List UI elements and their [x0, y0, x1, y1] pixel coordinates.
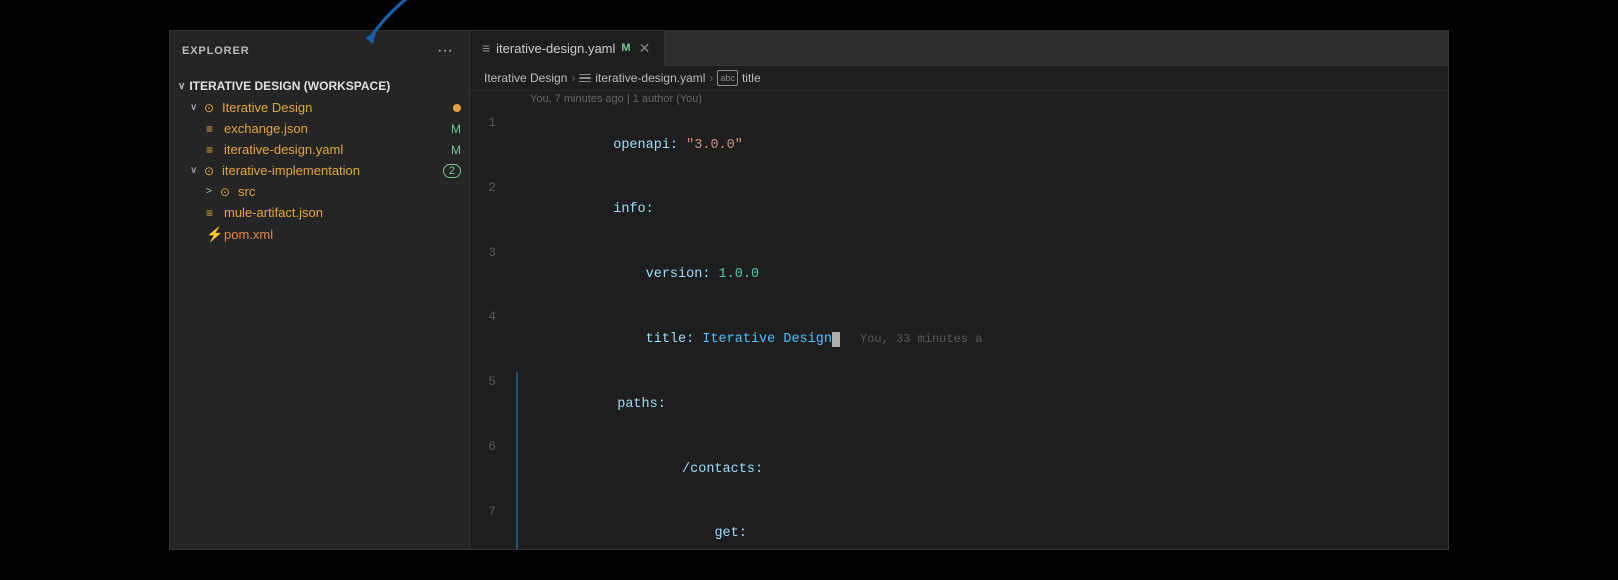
folder-icon: ⊙ — [204, 101, 222, 115]
line-content-7: get: — [516, 502, 1448, 549]
line-content-2: info: — [516, 178, 1448, 243]
file-label-yaml: iterative-design.yaml — [224, 142, 451, 157]
cursor — [832, 332, 840, 347]
src-chevron: > — [206, 186, 220, 197]
sidebar-header: EXPLORER ··· — [170, 31, 469, 71]
breadcrumb-title[interactable]: abc title — [717, 70, 760, 86]
git-info-text: You, 7 minutes ago | 1 author (You) — [530, 93, 702, 105]
breadcrumb-title-icon: abc — [717, 70, 738, 86]
sidebar-item-iterative-implementation[interactable]: ∨ ⊙ iterative-implementation 2 — [170, 160, 469, 181]
breadcrumb-iterative-design[interactable]: Iterative Design — [484, 71, 567, 85]
git-info: You, 7 minutes ago | 1 author (You) — [470, 91, 1448, 109]
sidebar-item-src[interactable]: > ⊙ src — [170, 181, 469, 202]
tab-iterative-design-yaml[interactable]: ≡ iterative-design.yaml M ✕ — [470, 31, 665, 66]
folder-chevron-icon: ∨ — [190, 102, 204, 113]
file-label-mule: mule-artifact.json — [224, 205, 461, 220]
code-line-7: 7 get: — [470, 502, 1448, 549]
folder-label: Iterative Design — [222, 100, 453, 115]
src-label: src — [238, 184, 461, 199]
file-label-exchange: exchange.json — [224, 121, 451, 136]
line-content-1: openapi: "3.0.0" — [516, 113, 1448, 178]
line-num-2: 2 — [470, 178, 516, 199]
editor-area: ≡ iterative-design.yaml M ✕ Iterative De… — [470, 31, 1448, 549]
tab-close-button[interactable]: ✕ — [637, 40, 653, 57]
explorer-label: EXPLORER — [182, 45, 250, 57]
yaml-modified: M — [451, 143, 461, 157]
workspace-label: ITERATIVE DESIGN (WORKSPACE) — [189, 79, 390, 93]
workspace-root[interactable]: ∨ ITERATIVE DESIGN (WORKSPACE) — [170, 75, 469, 97]
src-folder-icon: ⊙ — [220, 185, 238, 199]
line-num-1: 1 — [470, 113, 516, 134]
sidebar-content: ∨ ITERATIVE DESIGN (WORKSPACE) ∨ ⊙ Itera… — [170, 71, 469, 549]
file-icon-mule: ≡ — [206, 206, 224, 220]
file-label-pom: pom.xml — [224, 227, 461, 242]
impl-folder-icon: ⊙ — [204, 164, 222, 178]
inline-comment-4: You, 33 minutes a — [860, 332, 982, 346]
breadcrumb-file-icon — [579, 74, 591, 83]
code-editor[interactable]: 1 openapi: "3.0.0" 2 info: 3 ve — [470, 109, 1448, 549]
sidebar: EXPLORER ··· ∨ ITERATIVE DESIGN (WORKSPA… — [170, 31, 470, 549]
line-num-4: 4 — [470, 307, 516, 328]
code-line-2: 2 info: — [470, 178, 1448, 243]
code-line-4: 4 title: Iterative DesignYou, 33 minutes… — [470, 307, 1448, 372]
exchange-modified: M — [451, 122, 461, 136]
sidebar-item-exchange-json[interactable]: ≡ exchange.json M — [170, 118, 469, 139]
tab-modified-indicator: M — [621, 42, 630, 54]
tab-file-icon: ≡ — [482, 40, 490, 56]
impl-folder-label: iterative-implementation — [222, 163, 443, 178]
line-content-5: paths: — [516, 372, 1448, 437]
file-icon-exchange: ≡ — [206, 122, 224, 136]
line-num-3: 3 — [470, 243, 516, 264]
code-line-1: 1 openapi: "3.0.0" — [470, 113, 1448, 178]
code-line-3: 3 version: 1.0.0 — [470, 243, 1448, 308]
breadcrumb-file[interactable]: iterative-design.yaml — [579, 71, 705, 85]
sidebar-header-actions: ··· — [433, 41, 457, 61]
file-icon-yaml: ≡ — [206, 143, 224, 157]
line-content-4: title: Iterative DesignYou, 33 minutes a — [516, 307, 1448, 372]
line-content-6: /contacts: — [516, 437, 1448, 502]
sidebar-item-iterative-design[interactable]: ∨ ⊙ Iterative Design — [170, 97, 469, 118]
impl-badge: 2 — [443, 164, 461, 178]
breadcrumb: Iterative Design › iterative-design.yaml… — [470, 66, 1448, 91]
sidebar-item-pom-xml[interactable]: ⚡ pom.xml — [170, 223, 469, 246]
vscode-window: EXPLORER ··· ∨ ITERATIVE DESIGN (WORKSPA… — [169, 30, 1449, 550]
breadcrumb-sep-1: › — [571, 71, 575, 85]
line-num-6: 6 — [470, 437, 516, 458]
tab-bar: ≡ iterative-design.yaml M ✕ — [470, 31, 1448, 66]
code-line-6: 6 /contacts: — [470, 437, 1448, 502]
code-line-5: 5 paths: — [470, 372, 1448, 437]
breadcrumb-sep-2: › — [709, 71, 713, 85]
tab-label: iterative-design.yaml — [496, 41, 615, 56]
modified-dot — [453, 104, 461, 112]
line-num-7: 7 — [470, 502, 516, 523]
impl-folder-chevron: ∨ — [190, 165, 204, 176]
workspace-chevron: ∨ — [178, 81, 185, 92]
sidebar-item-mule-artifact[interactable]: ≡ mule-artifact.json — [170, 202, 469, 223]
file-icon-pom: ⚡ — [206, 226, 224, 243]
line-num-5: 5 — [470, 372, 516, 393]
line-content-3: version: 1.0.0 — [516, 243, 1448, 308]
sidebar-more-button[interactable]: ··· — [433, 41, 457, 61]
sidebar-item-iterative-design-yaml[interactable]: ≡ iterative-design.yaml M — [170, 139, 469, 160]
